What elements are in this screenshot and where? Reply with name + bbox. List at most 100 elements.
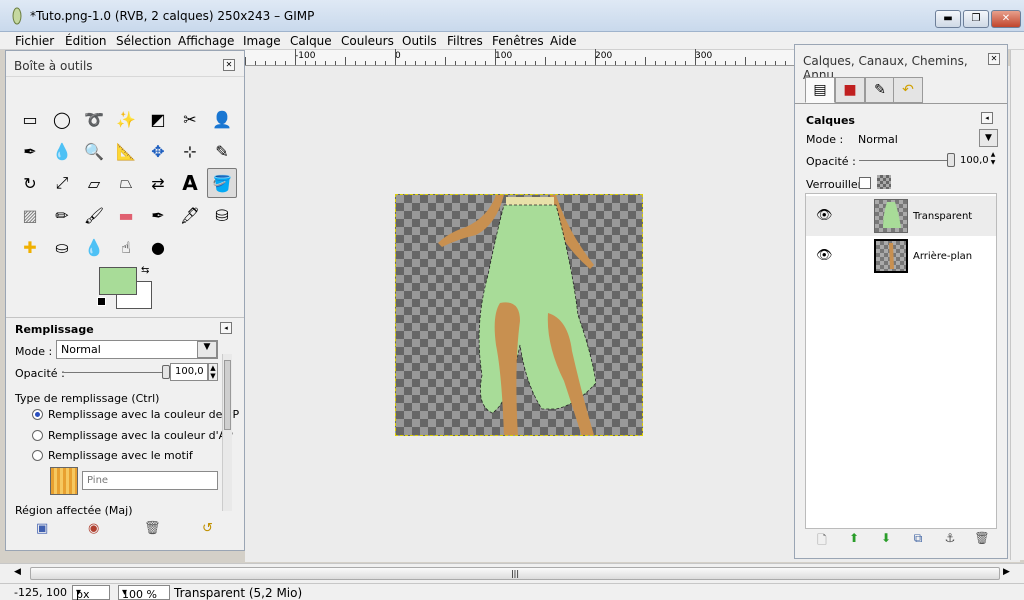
zoom-select[interactable]: 100 % ▾ — [118, 585, 170, 600]
menu-affichage[interactable]: Affichage — [178, 34, 234, 48]
layer-name[interactable]: Arrière-plan — [913, 251, 972, 262]
image-canvas[interactable] — [395, 194, 643, 436]
restore-options-icon[interactable]: ◉ — [88, 521, 99, 536]
lock-alpha-icon[interactable] — [877, 175, 891, 189]
blur-icon[interactable]: 💧 — [79, 232, 109, 262]
anchor-layer-icon[interactable]: ⚓ — [941, 531, 959, 549]
delete-options-icon[interactable]: 🗑 — [144, 521, 161, 536]
bucket-fill-icon[interactable]: 🪣 — [207, 168, 237, 198]
fill-options-menu-icon[interactable]: ◂ — [220, 322, 232, 334]
pattern-name-field[interactable]: Pine — [82, 471, 218, 490]
foreground-select-icon[interactable]: 👤 — [207, 104, 237, 134]
zoom-icon[interactable]: 🔍 — [79, 136, 109, 166]
opacity-spin-icon[interactable]: ▲ ▼ — [208, 363, 218, 381]
eye-icon[interactable]: 👁 — [816, 208, 833, 223]
layer-list[interactable]: 👁 Transparent 👁 Arrière-plan — [805, 193, 997, 529]
options-scrollbar[interactable] — [222, 354, 232, 511]
horizontal-ruler[interactable]: -100 0 100 200 300 — [245, 49, 795, 66]
move-icon[interactable]: ✥ — [143, 136, 173, 166]
fill-fg-radio[interactable] — [32, 409, 43, 420]
perspective-clone-icon[interactable]: ⛀ — [47, 232, 77, 262]
paintbrush-icon[interactable]: 🖌 — [79, 200, 109, 230]
raise-layer-icon[interactable]: ⬆ — [845, 531, 863, 549]
channels-tab-icon[interactable]: ■ — [835, 77, 865, 103]
rotate-icon[interactable]: ↻ — [15, 168, 45, 198]
horizontal-scrollbar[interactable]: ◀ ||| ▶ — [0, 563, 1024, 583]
airbrush-icon[interactable]: ✒ — [143, 200, 173, 230]
scroll-left-icon[interactable]: ◀ — [14, 567, 21, 577]
menu-image[interactable]: Image — [243, 34, 281, 48]
select-by-color-icon[interactable]: ◩ — [143, 104, 173, 134]
chevron-down-icon[interactable]: ▼ — [979, 129, 998, 147]
menu-fichier[interactable]: Fichier — [15, 34, 54, 48]
fill-opacity-input[interactable]: 100,0 — [170, 363, 208, 381]
magic-wand-icon[interactable]: ✨ — [111, 104, 141, 134]
horizontal-scrollbar-thumb[interactable]: ||| — [30, 567, 1000, 580]
fill-opacity-slider-handle[interactable] — [162, 365, 170, 379]
new-layer-icon[interactable]: 🗋 — [813, 531, 831, 549]
measure-icon[interactable]: 📐 — [111, 136, 141, 166]
menu-calque[interactable]: Calque — [290, 34, 332, 48]
pencil-icon[interactable]: ✏ — [47, 200, 77, 230]
blend-icon[interactable]: ▨ — [15, 200, 45, 230]
lower-layer-icon[interactable]: ⬇ — [877, 531, 895, 549]
duplicate-layer-icon[interactable]: ⧉ — [909, 531, 927, 549]
save-options-icon[interactable]: ▣ — [36, 521, 48, 536]
layers-tab-icon[interactable]: ▤ — [805, 77, 835, 103]
toolbox-close-icon[interactable]: ✕ — [223, 59, 235, 71]
vertical-scrollbar[interactable] — [1010, 50, 1024, 560]
dodge-burn-icon[interactable]: ● — [143, 232, 173, 262]
lock-pixels-checkbox[interactable] — [859, 177, 871, 189]
rect-select-icon[interactable]: ▭ — [15, 104, 45, 134]
menu-aide[interactable]: Aide — [550, 34, 577, 48]
fill-opacity-slider[interactable] — [64, 372, 166, 373]
pattern-preview[interactable] — [50, 467, 78, 495]
heal-icon[interactable]: ✚ — [15, 232, 45, 262]
layer-row-background[interactable]: 👁 Arrière-plan — [806, 236, 996, 276]
unit-select[interactable]: px ▾ — [72, 585, 110, 600]
scroll-right-icon[interactable]: ▶ — [1003, 567, 1010, 577]
menu-edition[interactable]: Édition — [65, 34, 107, 48]
undo-history-tab-icon[interactable]: ↶ — [893, 77, 923, 103]
chevron-down-icon[interactable]: ▼ — [197, 341, 217, 358]
menu-filtres[interactable]: Filtres — [447, 34, 483, 48]
paths-icon[interactable]: ✒ — [15, 136, 45, 166]
smudge-icon[interactable]: ☝ — [111, 232, 141, 262]
flip-icon[interactable]: ⇄ — [143, 168, 173, 198]
align-icon[interactable]: ⊹ — [175, 136, 205, 166]
layers-opacity-value[interactable]: 100,0 — [960, 155, 989, 166]
color-picker-icon[interactable]: 💧 — [47, 136, 77, 166]
menu-selection[interactable]: Sélection — [116, 34, 171, 48]
ellipse-select-icon[interactable]: ◯ — [47, 104, 77, 134]
fill-bg-radio[interactable] — [32, 430, 43, 441]
foreground-color-swatch[interactable] — [99, 267, 137, 295]
swap-colors-icon[interactable]: ⇆ — [141, 265, 149, 276]
layers-opacity-spin-icon[interactable]: ▲ ▼ — [989, 151, 997, 167]
scissors-icon[interactable]: ✂ — [175, 104, 205, 134]
fill-pattern-radio[interactable] — [32, 450, 43, 461]
lasso-icon[interactable]: ➰ — [79, 104, 109, 134]
layers-dock-close-icon[interactable]: ✕ — [988, 53, 1000, 65]
fill-mode-select[interactable]: Normal — [56, 340, 218, 359]
layer-row-transparent[interactable]: 👁 Transparent — [806, 196, 996, 236]
menu-couleurs[interactable]: Couleurs — [341, 34, 394, 48]
layer-name[interactable]: Transparent — [913, 211, 972, 222]
maximize-button[interactable]: ❐ — [963, 10, 989, 28]
default-colors-icon[interactable] — [97, 297, 106, 306]
reset-options-icon[interactable]: ↺ — [202, 521, 213, 536]
scale-icon[interactable]: ⤢ — [47, 168, 77, 198]
ink-icon[interactable]: 🖋 — [175, 200, 205, 230]
shear-icon[interactable]: ▱ — [79, 168, 109, 198]
layers-mode-value[interactable]: Normal — [858, 133, 898, 146]
minimize-button[interactable]: ▬ — [935, 10, 961, 28]
paths-tab-icon[interactable]: ✎ — [865, 77, 895, 103]
delete-layer-icon[interactable]: 🗑 — [973, 531, 991, 549]
close-button[interactable]: ✕ — [991, 10, 1021, 28]
clone-icon[interactable]: ⛁ — [207, 200, 237, 230]
eraser-icon[interactable]: ▬ — [111, 200, 141, 230]
layers-menu-icon[interactable]: ◂ — [981, 112, 993, 124]
crop-icon[interactable]: ✎ — [207, 136, 237, 166]
layers-opacity-slider-handle[interactable] — [947, 153, 955, 167]
text-icon[interactable]: A — [175, 168, 205, 198]
perspective-icon[interactable]: ⏢ — [111, 168, 141, 198]
